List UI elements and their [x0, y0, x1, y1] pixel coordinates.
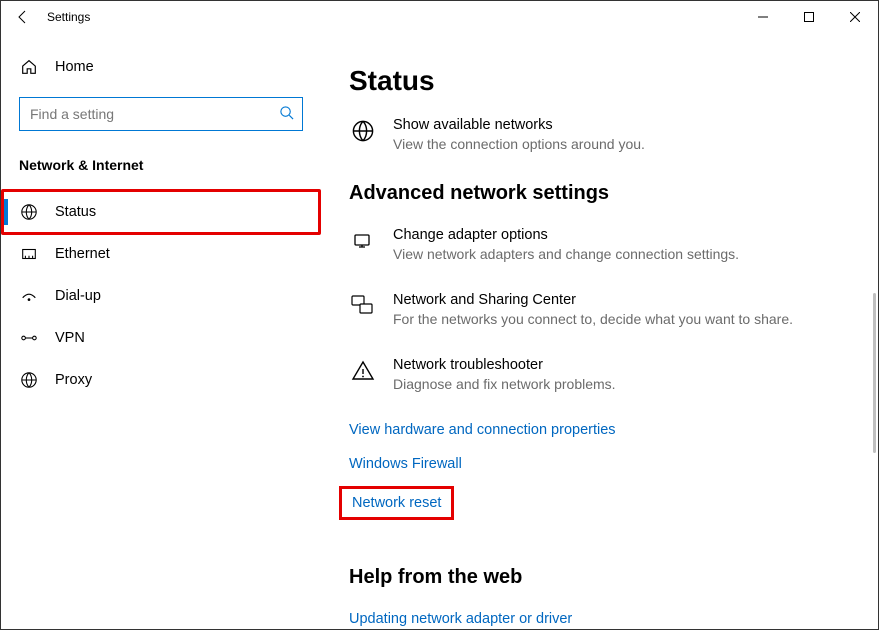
show-networks-title: Show available networks	[393, 117, 645, 133]
settings-window: Settings Home Networ	[0, 0, 879, 630]
page-title: Status	[349, 65, 844, 97]
sidebar-item-dialup[interactable]: Dial-up	[1, 275, 321, 317]
titlebar: Settings	[1, 1, 878, 33]
troubleshoot-desc: Diagnose and fix network problems.	[393, 376, 616, 392]
minimize-button[interactable]	[740, 1, 786, 33]
advanced-section-title: Advanced network settings	[349, 182, 844, 205]
sidebar-item-label: Dial-up	[55, 288, 101, 304]
troubleshoot-title: Network troubleshooter	[393, 357, 616, 373]
vpn-icon	[19, 331, 39, 345]
sidebar-item-label: Proxy	[55, 372, 92, 388]
sharing-icon	[349, 292, 377, 327]
link-hardware-properties[interactable]: View hardware and connection properties	[349, 422, 844, 438]
link-windows-firewall[interactable]: Windows Firewall	[349, 456, 844, 472]
proxy-icon	[19, 371, 39, 389]
search-input[interactable]	[30, 106, 279, 122]
sharing-desc: For the networks you connect to, decide …	[393, 311, 793, 327]
back-button[interactable]	[1, 1, 45, 33]
show-networks-desc: View the connection options around you.	[393, 136, 645, 152]
maximize-button[interactable]	[786, 1, 832, 33]
sharing-center-group[interactable]: Network and Sharing Center For the netwo…	[349, 292, 844, 327]
globe-icon	[19, 203, 39, 221]
search-icon	[279, 105, 294, 123]
adapter-icon	[349, 227, 377, 262]
sidebar-item-proxy[interactable]: Proxy	[1, 359, 321, 401]
sidebar-item-label: Ethernet	[55, 246, 110, 262]
home-icon	[19, 58, 39, 76]
adapter-title: Change adapter options	[393, 227, 739, 243]
sidebar: Home Network & Internet Status Ether	[1, 33, 321, 629]
sidebar-section-header: Network & Internet	[1, 149, 321, 191]
dialup-icon	[19, 287, 39, 305]
show-networks-group[interactable]: Show available networks View the connect…	[349, 117, 844, 152]
content: Status Show available networks View the …	[321, 33, 878, 629]
window-title: Settings	[47, 10, 90, 24]
sidebar-item-label: Status	[55, 204, 96, 220]
ethernet-icon	[19, 245, 39, 263]
sharing-title: Network and Sharing Center	[393, 292, 793, 308]
sidebar-item-ethernet[interactable]: Ethernet	[1, 233, 321, 275]
adapter-options-group[interactable]: Change adapter options View network adap…	[349, 227, 844, 262]
link-network-reset[interactable]: Network reset	[339, 486, 454, 520]
warning-icon	[349, 357, 377, 392]
troubleshooter-group[interactable]: Network troubleshooter Diagnose and fix …	[349, 357, 844, 392]
sidebar-item-status[interactable]: Status	[1, 189, 321, 235]
sidebar-item-label: VPN	[55, 330, 85, 346]
globe-icon	[349, 117, 377, 152]
scrollbar[interactable]	[873, 293, 876, 453]
help-section-title: Help from the web	[349, 566, 844, 589]
search-input-box[interactable]	[19, 97, 303, 131]
sidebar-item-vpn[interactable]: VPN	[1, 317, 321, 359]
adapter-desc: View network adapters and change connect…	[393, 246, 739, 262]
close-button[interactable]	[832, 1, 878, 33]
sidebar-home[interactable]: Home	[1, 47, 321, 87]
sidebar-home-label: Home	[55, 59, 94, 75]
link-help-driver[interactable]: Updating network adapter or driver	[349, 611, 844, 627]
